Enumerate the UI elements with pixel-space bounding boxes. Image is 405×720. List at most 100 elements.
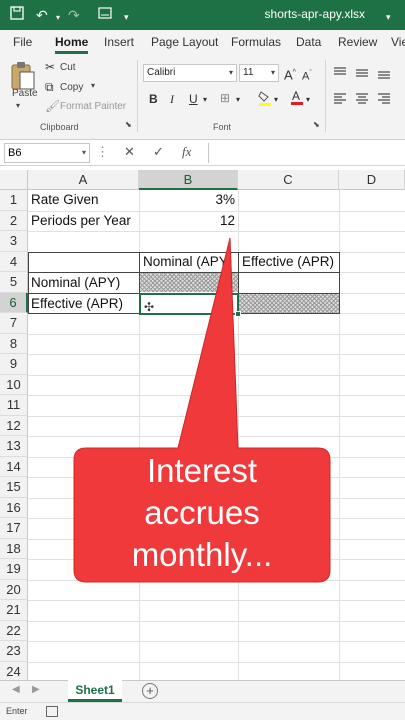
ribbon-separator — [137, 60, 138, 132]
column-header-a[interactable]: A — [28, 170, 139, 190]
row-header-6[interactable]: 6 — [0, 292, 28, 313]
row-header-8[interactable]: 8 — [0, 333, 28, 354]
paste-label[interactable]: Paste — [12, 88, 38, 99]
row-header-3[interactable]: 3 — [0, 231, 28, 252]
row-gridline — [28, 374, 405, 376]
borders-dropdown-icon[interactable]: ▾ — [236, 93, 240, 107]
row-header-17[interactable]: 17 — [0, 518, 28, 539]
spreadsheet-grid[interactable]: A B C D 1 2 3 4 5 6 7 8 9 10 11 12 13 14 15 16 17 18 19 20 2… — [0, 170, 405, 680]
cut-icon[interactable]: ✂ — [45, 60, 55, 74]
increase-font-icon[interactable]: A^ — [284, 66, 296, 82]
font-launcher-icon[interactable]: ⬊ — [313, 120, 320, 129]
name-box[interactable]: B6 ▾ — [4, 143, 90, 163]
add-sheet-icon[interactable]: + — [142, 683, 158, 699]
formula-input[interactable] — [208, 143, 405, 163]
cell-a5[interactable]: Nominal (APY) — [28, 273, 139, 293]
row-header-5[interactable]: 5 — [0, 272, 28, 293]
row-header-1[interactable]: 1 — [0, 190, 28, 211]
font-color-dropdown-icon[interactable]: ▾ — [306, 93, 310, 107]
row-header-22[interactable]: 22 — [0, 620, 28, 641]
tab-home[interactable]: Home — [55, 35, 89, 54]
copy-button[interactable]: Copy — [60, 82, 83, 93]
decrease-font-icon[interactable]: Aˇ — [302, 67, 312, 84]
cell-cursor-icon: ✣ — [144, 300, 155, 314]
row-header-12[interactable]: 12 — [0, 415, 28, 436]
row-header-24[interactable]: 24 — [0, 661, 28, 680]
row-header-23[interactable]: 23 — [0, 641, 28, 662]
underline-dropdown-icon[interactable]: ▾ — [203, 93, 207, 107]
row-header-20[interactable]: 20 — [0, 579, 28, 600]
sheet-tab-sheet1[interactable]: Sheet1 — [68, 680, 122, 702]
customize-qat-icon[interactable]: ▾ — [124, 8, 129, 26]
undo-icon[interactable]: ↶ — [36, 6, 48, 24]
svg-text:A: A — [292, 89, 300, 103]
tab-review[interactable]: Review — [338, 35, 377, 49]
row-header-14[interactable]: 14 — [0, 456, 28, 477]
cancel-icon[interactable]: ✕ — [124, 144, 135, 160]
cell-b4[interactable]: Nominal (APY) — [140, 252, 238, 272]
row-header-11[interactable]: 11 — [0, 395, 28, 416]
borders-icon[interactable]: ⊞ — [220, 91, 230, 105]
font-group-label: Font — [213, 122, 232, 132]
font-size-select[interactable]: 11 ▾ — [239, 64, 279, 82]
cell-c4[interactable]: Effective (APR) — [239, 252, 339, 272]
tab-formulas[interactable]: Formulas — [231, 35, 281, 49]
row-header-4[interactable]: 4 — [0, 251, 28, 272]
copy-icon[interactable]: ⧉ — [45, 80, 54, 94]
font-color-icon[interactable]: A — [290, 89, 304, 109]
alignment-buttons[interactable] — [332, 66, 404, 112]
paste-dropdown-icon[interactable]: ▾ — [16, 101, 20, 110]
column-header-d[interactable]: D — [339, 170, 405, 190]
tab-file[interactable]: File — [13, 35, 32, 49]
format-painter-icon: 🖌 — [45, 99, 61, 113]
row-gridline — [28, 600, 405, 601]
cut-button[interactable]: Cut — [60, 62, 76, 73]
italic-button[interactable]: I — [170, 92, 174, 106]
tab-insert[interactable]: Insert — [104, 35, 134, 49]
prev-sheet-icon[interactable]: ◀ — [12, 684, 20, 695]
fill-dropdown-icon[interactable]: ▾ — [274, 93, 278, 107]
ribbon: Paste ▾ ✂ Cut ⧉ Copy ▾ 🖌 Format Painter … — [0, 56, 405, 140]
row-header-19[interactable]: 19 — [0, 559, 28, 580]
save-icon[interactable] — [10, 6, 24, 24]
cell-b1[interactable]: 3% — [139, 190, 238, 210]
more-options-icon[interactable]: ⋮ — [96, 144, 109, 160]
fill-handle[interactable] — [235, 311, 241, 317]
undo-dropdown-icon[interactable]: ▾ — [56, 9, 60, 27]
row-header-18[interactable]: 18 — [0, 538, 28, 559]
font-name-select[interactable]: Calibri ▾ — [143, 64, 237, 82]
ribbon-tabs: File Home Insert Page Layout Formulas Da… — [0, 30, 405, 56]
clipboard-launcher-icon[interactable]: ⬊ — [125, 120, 132, 129]
row-header-15[interactable]: 15 — [0, 477, 28, 498]
bold-button[interactable]: B — [149, 92, 158, 106]
column-header-c[interactable]: C — [238, 170, 339, 190]
copy-dropdown-icon[interactable]: ▾ — [91, 81, 95, 90]
cell-a2[interactable]: Periods per Year — [28, 211, 139, 231]
next-sheet-icon[interactable]: ▶ — [32, 684, 40, 695]
enter-icon[interactable]: ✓ — [153, 144, 164, 160]
cell-a1[interactable]: Rate Given — [28, 190, 139, 210]
cell-b2[interactable]: 12 — [139, 211, 238, 231]
row-header-7[interactable]: 7 — [0, 313, 28, 334]
row-header-21[interactable]: 21 — [0, 600, 28, 621]
row-gridline — [28, 620, 405, 622]
insert-function-icon[interactable]: fx — [182, 144, 191, 160]
cell-a6[interactable]: Effective (APR) — [28, 294, 139, 314]
filename-dropdown-icon[interactable]: ▾ — [386, 8, 391, 26]
underline-button[interactable]: U — [189, 92, 198, 106]
row-header-10[interactable]: 10 — [0, 374, 28, 395]
callout-line-2: accrues — [144, 494, 260, 531]
tab-page-layout[interactable]: Page Layout — [151, 35, 218, 49]
fill-color-icon[interactable] — [258, 90, 272, 109]
select-all-corner[interactable] — [0, 170, 28, 190]
accessibility-icon[interactable] — [46, 706, 58, 717]
window-filename: shorts-apr-apy.xlsx — [264, 7, 365, 21]
row-header-16[interactable]: 16 — [0, 497, 28, 518]
tab-data[interactable]: Data — [296, 35, 321, 49]
column-header-b[interactable]: B — [139, 170, 238, 190]
row-header-13[interactable]: 13 — [0, 436, 28, 457]
tab-view[interactable]: Viev — [391, 35, 405, 49]
row-header-9[interactable]: 9 — [0, 354, 28, 375]
format-icon[interactable] — [98, 6, 112, 24]
row-header-2[interactable]: 2 — [0, 210, 28, 231]
